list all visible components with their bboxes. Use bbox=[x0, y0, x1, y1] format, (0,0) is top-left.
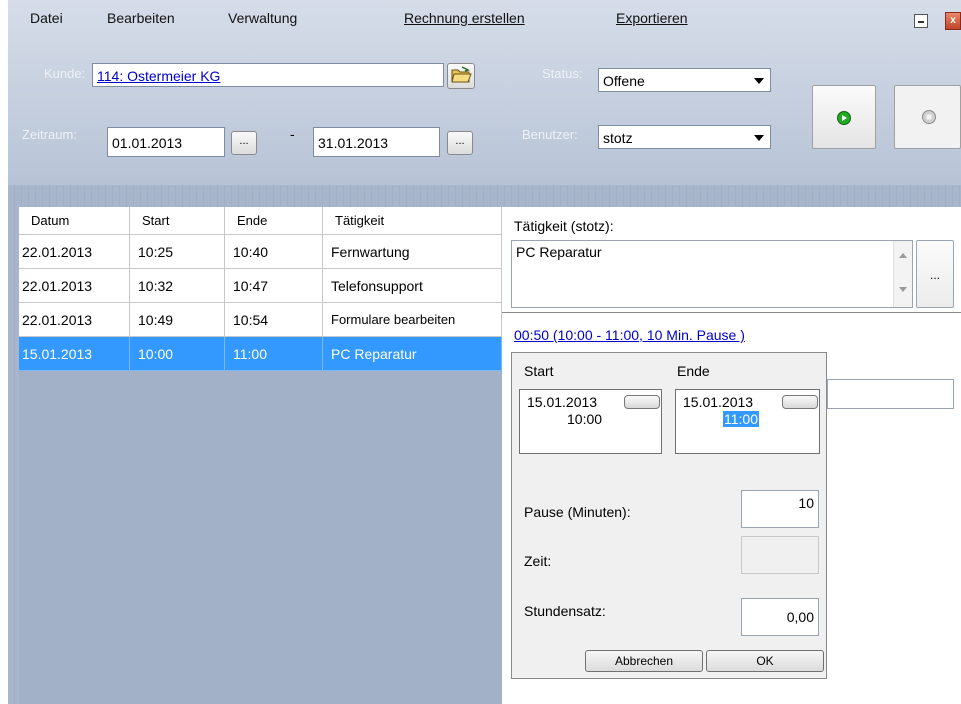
ende-time[interactable]: 11:00 bbox=[723, 411, 759, 427]
start-datetime-picker[interactable]: 15.01.2013 10:00 bbox=[519, 389, 662, 454]
stundensatz-label: Stundensatz: bbox=[524, 603, 606, 619]
zeitraum-label: Zeitraum: bbox=[22, 127, 77, 142]
cell-taetigkeit: PC Reparatur bbox=[323, 337, 502, 371]
column-header-taetigkeit[interactable]: Tätigkeit bbox=[323, 207, 502, 235]
benutzer-combo[interactable]: stotz bbox=[598, 125, 771, 149]
duration-link[interactable]: 00:50 (10:00 - 11:00, 10 Min. Pause ) bbox=[514, 327, 745, 343]
cell-datum: 15.01.2013 bbox=[19, 337, 130, 371]
time-entries-grid: Datum Start Ende Tätigkeit 22.01.2013 10… bbox=[19, 207, 502, 704]
pause-label: Pause (Minuten): bbox=[524, 504, 631, 520]
cell-start: 10:32 bbox=[130, 269, 225, 303]
taetigkeit-label: Tätigkeit (stotz): bbox=[514, 218, 614, 234]
popup-ende-label: Ende bbox=[677, 363, 710, 379]
date-to-picker-button[interactable]: ... bbox=[447, 131, 473, 155]
cell-taetigkeit: Fernwartung bbox=[323, 235, 502, 269]
stop-timer-button[interactable] bbox=[894, 85, 961, 149]
menu-datei[interactable]: Datei bbox=[30, 10, 63, 26]
textarea-scrollbar[interactable] bbox=[893, 241, 912, 307]
cell-taetigkeit: Formulare bearbeiten bbox=[323, 303, 502, 337]
cell-ende: 10:47 bbox=[225, 269, 323, 303]
taetigkeit-textarea[interactable]: PC Reparatur bbox=[511, 240, 913, 308]
zeit-field bbox=[741, 536, 819, 574]
date-to-field[interactable]: 31.01.2013 bbox=[313, 127, 440, 157]
folder-open-icon bbox=[451, 66, 472, 83]
benutzer-value: stotz bbox=[603, 130, 633, 146]
kunde-browse-button[interactable] bbox=[447, 63, 475, 89]
cell-taetigkeit: Telefonsupport bbox=[323, 269, 502, 303]
zeit-label: Zeit: bbox=[524, 553, 552, 569]
panel-divider bbox=[502, 312, 961, 313]
chevron-down-icon bbox=[754, 135, 764, 141]
start-calendar-button[interactable] bbox=[624, 395, 660, 409]
cell-datum: 22.01.2013 bbox=[19, 235, 130, 269]
hidden-field[interactable] bbox=[827, 379, 954, 409]
close-icon[interactable]: x bbox=[945, 12, 961, 30]
minimize-icon[interactable] bbox=[914, 14, 928, 28]
status-label: Status: bbox=[542, 66, 583, 81]
menu-exportieren[interactable]: Exportieren bbox=[616, 10, 688, 26]
cell-datum: 22.01.2013 bbox=[19, 269, 130, 303]
start-time: 10:00 bbox=[567, 411, 603, 427]
ende-calendar-button[interactable] bbox=[782, 395, 818, 409]
chevron-down-icon bbox=[754, 78, 764, 84]
table-row[interactable]: 22.01.2013 10:25 10:40 Fernwartung bbox=[19, 235, 502, 269]
date-from-field[interactable]: 01.01.2013 bbox=[107, 127, 225, 157]
stundensatz-field[interactable]: 0,00 bbox=[741, 598, 819, 636]
cell-ende: 11:00 bbox=[225, 337, 323, 371]
ok-button[interactable]: OK bbox=[706, 650, 824, 672]
start-timer-button[interactable] bbox=[812, 85, 876, 149]
play-icon bbox=[837, 111, 851, 125]
menu-verwaltung[interactable]: Verwaltung bbox=[228, 10, 297, 26]
menu-bearbeiten[interactable]: Bearbeiten bbox=[107, 10, 175, 26]
scroll-up-icon[interactable] bbox=[899, 253, 907, 258]
popup-start-label: Start bbox=[524, 363, 554, 379]
start-date: 15.01.2013 bbox=[527, 394, 598, 410]
kunde-field[interactable]: 114: Ostermeier KG bbox=[92, 63, 444, 87]
menu-rechnung-erstellen[interactable]: Rechnung erstellen bbox=[404, 10, 525, 26]
pause-minutes-field[interactable]: 10 bbox=[741, 490, 819, 528]
table-row[interactable]: 22.01.2013 10:32 10:47 Telefonsupport bbox=[19, 269, 502, 303]
date-from-picker-button[interactable]: ... bbox=[231, 131, 257, 155]
ende-datetime-picker[interactable]: 15.01.2013 11:00 bbox=[675, 389, 820, 454]
benutzer-label: Benutzer: bbox=[522, 127, 578, 142]
date-range-separator: - bbox=[290, 126, 295, 142]
kunde-label: Kunde: bbox=[44, 66, 86, 81]
cell-start: 10:25 bbox=[130, 235, 225, 269]
scroll-down-icon[interactable] bbox=[899, 287, 907, 292]
cancel-button[interactable]: Abbrechen bbox=[585, 650, 703, 672]
cell-datum: 22.01.2013 bbox=[19, 303, 130, 337]
table-row[interactable]: 22.01.2013 10:49 10:54 Formulare bearbei… bbox=[19, 303, 502, 337]
column-header-start[interactable]: Start bbox=[130, 207, 225, 235]
column-header-ende[interactable]: Ende bbox=[225, 207, 323, 235]
status-combo[interactable]: Offene bbox=[598, 68, 771, 92]
cell-start: 10:00 bbox=[130, 337, 225, 371]
stop-icon bbox=[922, 110, 936, 124]
status-value: Offene bbox=[603, 73, 645, 89]
taetigkeit-text: PC Reparatur bbox=[516, 244, 602, 260]
taetigkeit-more-button[interactable]: ... bbox=[916, 240, 954, 308]
cell-ende: 10:40 bbox=[225, 235, 323, 269]
ende-date: 15.01.2013 bbox=[683, 394, 754, 410]
column-header-datum[interactable]: Datum bbox=[19, 207, 130, 235]
table-row-selected[interactable]: 15.01.2013 10:00 11:00 PC Reparatur bbox=[19, 337, 502, 371]
time-edit-popup: Start Ende 15.01.2013 10:00 15.01.2013 1… bbox=[511, 352, 827, 679]
cell-ende: 10:54 bbox=[225, 303, 323, 337]
cell-start: 10:49 bbox=[130, 303, 225, 337]
